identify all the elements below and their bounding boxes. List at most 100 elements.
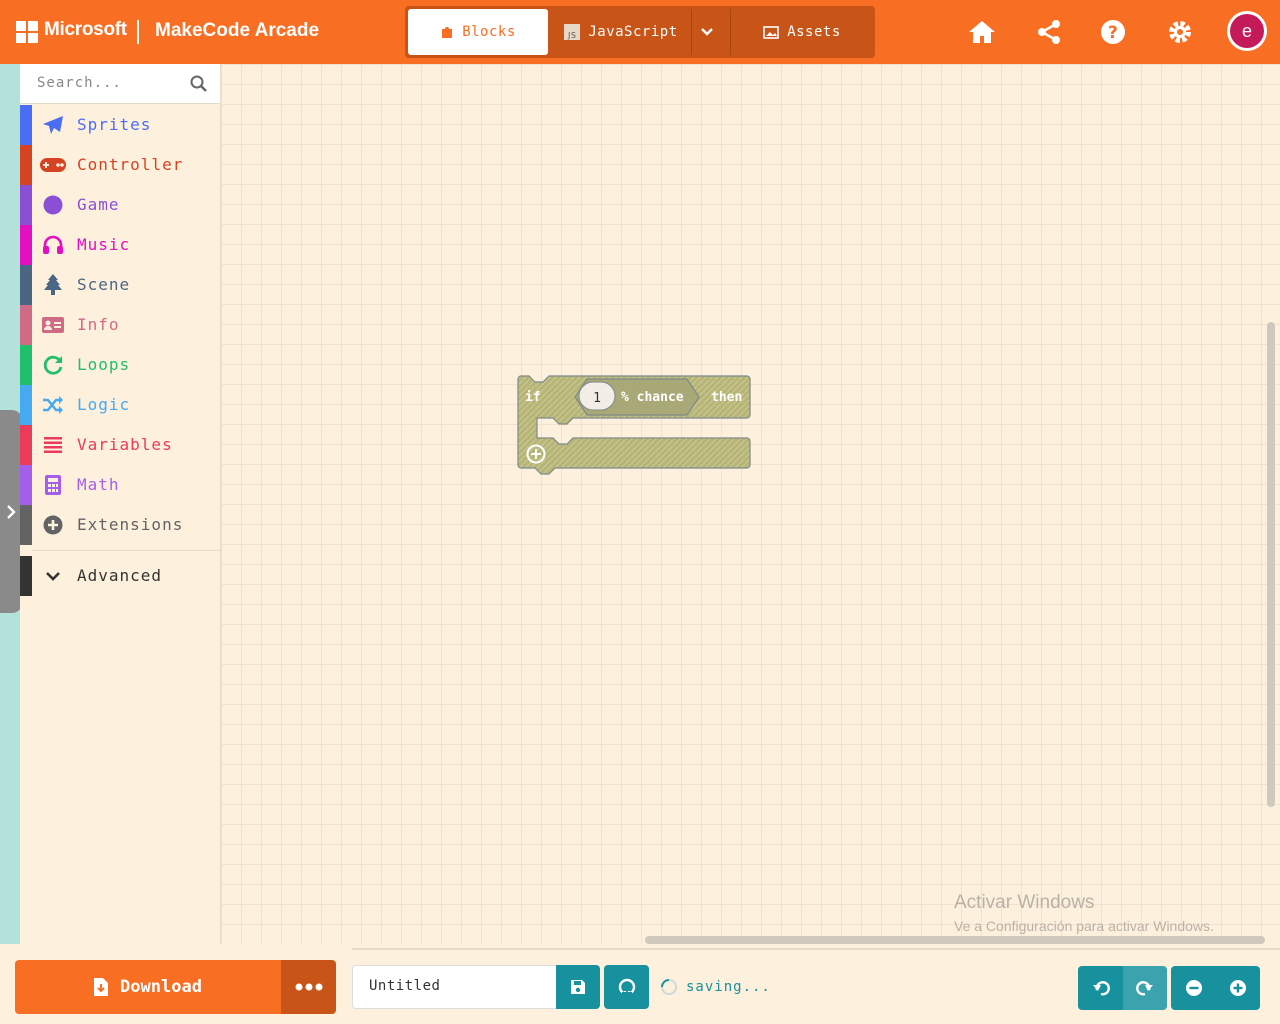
if-label: if bbox=[525, 390, 541, 405]
category-game[interactable]: Game bbox=[20, 185, 220, 225]
category-controller[interactable]: Controller bbox=[20, 145, 220, 185]
undo-icon bbox=[1092, 981, 1110, 996]
plus-circle-icon bbox=[40, 514, 66, 536]
top-menu-bar: Microsoft MakeCode Arcade Blocks JS Java… bbox=[0, 0, 1280, 64]
category-sprites[interactable]: Sprites bbox=[20, 105, 220, 145]
category-color-stripe bbox=[20, 225, 32, 265]
blocks-toolbox: Search... Sprites Controller Game Music … bbox=[20, 64, 221, 944]
toolbox-separator bbox=[32, 550, 220, 551]
language-dropdown[interactable] bbox=[691, 9, 731, 55]
home-button[interactable] bbox=[966, 16, 998, 48]
zoom-in-button[interactable] bbox=[1216, 966, 1260, 1010]
app-title[interactable]: MakeCode Arcade bbox=[155, 20, 319, 42]
vertical-scrollbar[interactable] bbox=[1267, 322, 1275, 807]
redo-button[interactable] bbox=[1123, 966, 1167, 1010]
chance-value[interactable]: 1 bbox=[593, 391, 601, 406]
gamepad-icon bbox=[40, 154, 66, 176]
category-label: Controller bbox=[77, 155, 184, 174]
category-label: Game bbox=[77, 195, 120, 214]
zoom-out-icon bbox=[1185, 980, 1202, 996]
calculator-icon bbox=[40, 474, 66, 496]
download-label: Download bbox=[120, 977, 202, 997]
tab-javascript[interactable]: JS JavaScript bbox=[551, 9, 691, 55]
category-music[interactable]: Music bbox=[20, 225, 220, 265]
share-icon bbox=[1038, 20, 1060, 44]
category-color-stripe bbox=[20, 505, 32, 545]
if-chance-block[interactable]: 1 if % chance then bbox=[517, 374, 757, 484]
category-color-stripe bbox=[20, 385, 32, 425]
category-info[interactable]: Info bbox=[20, 305, 220, 345]
tab-assets[interactable]: Assets bbox=[733, 9, 871, 55]
horizontal-scrollbar[interactable] bbox=[645, 936, 1265, 944]
tab-assets-label: Assets bbox=[787, 24, 841, 40]
search-input[interactable]: Search... bbox=[37, 75, 122, 91]
settings-icon bbox=[1169, 21, 1191, 43]
more-options-button[interactable] bbox=[281, 960, 336, 1014]
svg-text:?: ? bbox=[1108, 23, 1118, 43]
category-advanced[interactable]: Advanced bbox=[20, 556, 220, 596]
tab-blocks[interactable]: Blocks bbox=[408, 9, 548, 55]
shuffle-icon bbox=[40, 394, 66, 416]
watermark-subtitle: Ve a Configuración para activar Windows. bbox=[954, 918, 1214, 934]
windows-activation-watermark: Activar Windows Ve a Configuración para … bbox=[954, 892, 1214, 934]
brand-divider bbox=[137, 20, 139, 44]
undo-button[interactable] bbox=[1078, 966, 1123, 1010]
paper-plane-icon bbox=[40, 114, 66, 136]
tab-blocks-label: Blocks bbox=[462, 24, 516, 40]
editor-toggle: Blocks JS JavaScript Assets bbox=[405, 6, 875, 58]
category-color-stripe bbox=[20, 105, 32, 145]
svg-text:JS: JS bbox=[567, 31, 576, 40]
category-logic[interactable]: Logic bbox=[20, 385, 220, 425]
help-icon: ? bbox=[1101, 20, 1125, 44]
tab-javascript-label: JavaScript bbox=[588, 24, 678, 40]
zoom-in-icon bbox=[1230, 980, 1246, 996]
ellipsis-icon bbox=[295, 983, 322, 991]
save-status: saving... bbox=[660, 978, 771, 996]
chevron-down-icon bbox=[701, 28, 713, 36]
js-icon: JS bbox=[564, 24, 581, 40]
refresh-icon bbox=[40, 354, 66, 376]
project-name-input[interactable]: Untitled bbox=[352, 965, 557, 1009]
settings-button[interactable] bbox=[1164, 16, 1196, 48]
save-button[interactable] bbox=[556, 965, 600, 1009]
category-scene[interactable]: Scene bbox=[20, 265, 220, 305]
blocks-workspace[interactable]: 1 if % chance then Activar Windows Ve a … bbox=[221, 64, 1280, 944]
share-button[interactable] bbox=[1033, 16, 1065, 48]
toolbar-divider bbox=[352, 948, 1280, 950]
file-download-icon bbox=[94, 978, 109, 996]
search-icon[interactable] bbox=[190, 75, 208, 93]
category-label: Loops bbox=[77, 355, 131, 374]
image-icon bbox=[763, 25, 780, 39]
category-label: Info bbox=[77, 315, 120, 334]
chevron-right-icon bbox=[7, 504, 16, 519]
user-avatar[interactable]: e bbox=[1227, 11, 1267, 51]
category-label: Advanced bbox=[77, 566, 163, 585]
save-status-text: saving... bbox=[686, 979, 771, 995]
download-button[interactable]: Download bbox=[15, 960, 281, 1014]
microsoft-brand[interactable]: Microsoft bbox=[44, 19, 127, 41]
puzzle-icon bbox=[442, 27, 453, 38]
category-extensions[interactable]: Extensions bbox=[20, 505, 220, 545]
github-button[interactable] bbox=[604, 965, 649, 1009]
id-card-icon bbox=[40, 314, 66, 336]
category-math[interactable]: Math bbox=[20, 465, 220, 505]
headphones-icon bbox=[40, 234, 66, 256]
redo-icon bbox=[1136, 981, 1153, 996]
category-label: Math bbox=[77, 475, 120, 494]
category-label: Music bbox=[77, 235, 131, 254]
toolbox-search[interactable]: Search... bbox=[20, 64, 220, 104]
watermark-title: Activar Windows bbox=[954, 892, 1095, 913]
then-label: then bbox=[711, 390, 742, 405]
chance-label: % chance bbox=[621, 390, 684, 405]
zoom-out-button[interactable] bbox=[1171, 966, 1216, 1010]
category-color-stripe bbox=[20, 556, 32, 596]
simulator-toggle-handle[interactable] bbox=[0, 410, 22, 613]
category-variables[interactable]: Variables bbox=[20, 425, 220, 465]
circle-icon bbox=[40, 194, 66, 216]
help-button[interactable]: ? bbox=[1097, 16, 1129, 48]
category-color-stripe bbox=[20, 425, 32, 465]
category-loops[interactable]: Loops bbox=[20, 345, 220, 385]
category-color-stripe bbox=[20, 305, 32, 345]
spinner-icon bbox=[661, 979, 677, 995]
microsoft-logo-icon[interactable] bbox=[16, 21, 38, 43]
